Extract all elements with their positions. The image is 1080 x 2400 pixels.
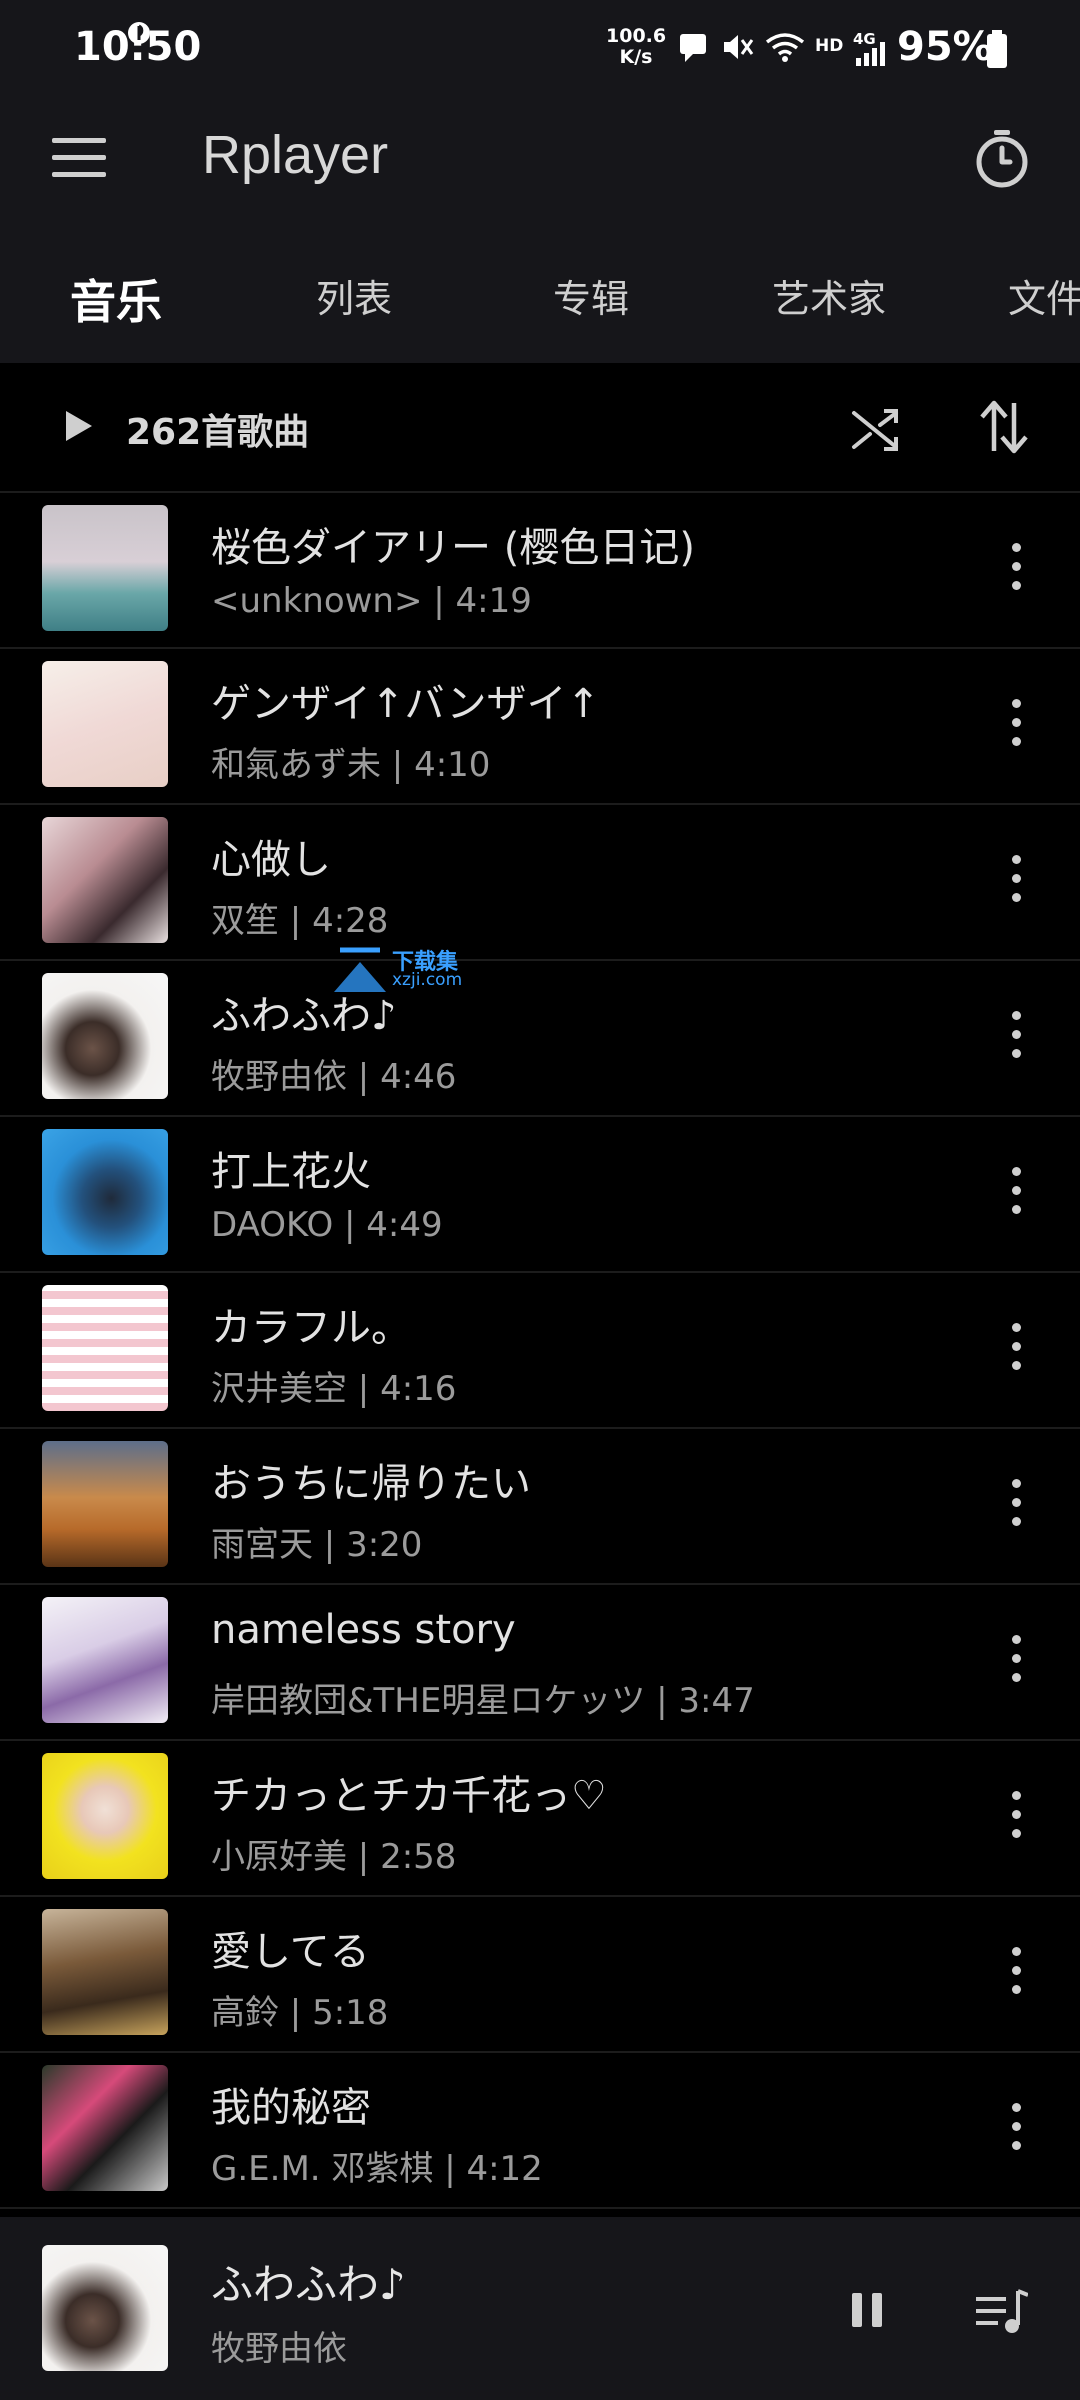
net-speed-value: 100.6 bbox=[606, 25, 667, 47]
song-list: 桜色ダイアリー (樱色日记) <unknown> | 4:19 ゲンザイ↑バンザ… bbox=[0, 493, 1080, 2209]
battery-icon bbox=[987, 30, 1007, 68]
song-title: ゲンザイ↑バンザイ↑ bbox=[211, 681, 601, 727]
now-playing-title: ふわふわ♪ bbox=[211, 2260, 406, 2309]
song-subtitle: 沢井美空 | 4:16 bbox=[211, 1369, 457, 1409]
song-subtitle: 和氣あず未 | 4:10 bbox=[211, 745, 491, 785]
song-title: 打上花火 bbox=[211, 1149, 371, 1195]
song-subtitle: <unknown> | 4:19 bbox=[211, 581, 532, 621]
shuffle-icon[interactable] bbox=[850, 403, 900, 453]
sleep-timer-icon[interactable] bbox=[974, 130, 1030, 188]
more-options-icon[interactable] bbox=[996, 1791, 1036, 1847]
album-cover bbox=[42, 1129, 168, 1255]
song-subtitle: DAOKO | 4:49 bbox=[211, 1205, 443, 1245]
app-notification-icon bbox=[128, 22, 150, 44]
now-playing-bar[interactable]: ふわふわ♪ 牧野由依 bbox=[0, 2217, 1080, 2400]
song-subtitle: G.E.M. 邓紫棋 | 4:12 bbox=[211, 2149, 543, 2189]
song-row[interactable]: ゲンザイ↑バンザイ↑ 和氣あず未 | 4:10 bbox=[0, 649, 1080, 805]
net-speed-unit: K/s bbox=[619, 46, 653, 68]
tab-playlists[interactable]: 列表 bbox=[316, 268, 392, 323]
song-row[interactable]: 打上花火 DAOKO | 4:49 bbox=[0, 1117, 1080, 1273]
song-count[interactable]: 262首歌曲 bbox=[126, 403, 309, 455]
song-subtitle: 牧野由依 | 4:46 bbox=[211, 1057, 457, 1097]
song-subtitle: 雨宮天 | 3:20 bbox=[211, 1525, 423, 1565]
more-options-icon[interactable] bbox=[996, 543, 1036, 599]
now-playing-artist: 牧野由依 bbox=[211, 2329, 347, 2369]
song-title: カラフル。 bbox=[211, 1305, 411, 1351]
song-title: 愛してる bbox=[211, 1929, 370, 1975]
play-all-icon[interactable] bbox=[64, 409, 94, 443]
battery-percent: 95% bbox=[897, 24, 993, 70]
album-cover bbox=[42, 661, 168, 787]
signal-icon bbox=[856, 42, 885, 66]
song-list-header: 262首歌曲 bbox=[0, 363, 1080, 493]
more-options-icon[interactable] bbox=[996, 2103, 1036, 2159]
menu-icon[interactable] bbox=[52, 138, 106, 178]
sort-icon[interactable] bbox=[978, 399, 1030, 455]
message-icon bbox=[680, 34, 706, 62]
song-row[interactable]: 我的秘密 G.E.M. 邓紫棋 | 4:12 bbox=[0, 2053, 1080, 2209]
album-cover bbox=[42, 1597, 168, 1723]
tab-artists[interactable]: 艺术家 bbox=[772, 268, 886, 323]
song-title: 桜色ダイアリー (樱色日记) bbox=[211, 525, 695, 571]
song-row[interactable]: ふわふわ♪ 牧野由依 | 4:46 bbox=[0, 961, 1080, 1117]
pause-icon[interactable] bbox=[850, 2291, 884, 2329]
now-playing-cover bbox=[42, 2245, 168, 2371]
more-options-icon[interactable] bbox=[996, 1947, 1036, 2003]
album-cover bbox=[42, 505, 168, 631]
album-cover bbox=[42, 1753, 168, 1879]
app-title: Rplayer bbox=[202, 125, 389, 185]
song-row[interactable]: カラフル。 沢井美空 | 4:16 bbox=[0, 1273, 1080, 1429]
more-options-icon[interactable] bbox=[996, 1323, 1036, 1379]
album-cover bbox=[42, 2065, 168, 2191]
watermark-url: xzji.com bbox=[392, 970, 463, 990]
song-row[interactable]: 心做し 双笙 | 4:28 bbox=[0, 805, 1080, 961]
song-title: 我的秘密 bbox=[211, 2085, 371, 2131]
song-subtitle: 小原好美 | 2:58 bbox=[211, 1837, 457, 1877]
album-cover bbox=[42, 1441, 168, 1567]
more-options-icon[interactable] bbox=[996, 699, 1036, 755]
status-bar: 10:50 100.6 K/s HD 4G 95% bbox=[0, 0, 1080, 100]
album-cover bbox=[42, 1285, 168, 1411]
song-title: チカっとチカ千花っ♡ bbox=[211, 1773, 607, 1819]
more-options-icon[interactable] bbox=[996, 855, 1036, 911]
song-title: nameless story bbox=[211, 1607, 516, 1653]
tab-music[interactable]: 音乐 bbox=[70, 266, 162, 332]
song-subtitle: 双笙 | 4:28 bbox=[211, 901, 389, 941]
more-options-icon[interactable] bbox=[996, 1167, 1036, 1223]
song-row[interactable]: おうちに帰りたい 雨宮天 | 3:20 bbox=[0, 1429, 1080, 1585]
song-title: おうちに帰りたい bbox=[211, 1461, 531, 1507]
more-options-icon[interactable] bbox=[996, 1011, 1036, 1067]
album-cover bbox=[42, 1909, 168, 2035]
tab-files[interactable]: 文件 bbox=[1008, 268, 1080, 323]
song-subtitle: 高鈴 | 5:18 bbox=[211, 1993, 389, 2033]
hd-label: HD bbox=[815, 36, 844, 56]
album-cover bbox=[42, 973, 168, 1099]
more-options-icon[interactable] bbox=[996, 1479, 1036, 1535]
playlist-queue-icon[interactable] bbox=[976, 2287, 1028, 2335]
mute-icon bbox=[724, 35, 754, 59]
more-options-icon[interactable] bbox=[996, 1635, 1036, 1691]
album-cover bbox=[42, 817, 168, 943]
net-speed: 100.6 K/s bbox=[606, 26, 666, 68]
song-row[interactable]: 桜色ダイアリー (樱色日记) <unknown> | 4:19 bbox=[0, 493, 1080, 649]
song-row[interactable]: nameless story 岸田教団&THE明星ロケッツ | 3:47 bbox=[0, 1585, 1080, 1741]
tab-albums[interactable]: 专辑 bbox=[553, 268, 629, 323]
song-row[interactable]: チカっとチカ千花っ♡ 小原好美 | 2:58 bbox=[0, 1741, 1080, 1897]
wifi-icon bbox=[765, 33, 805, 62]
song-title: 心做し bbox=[211, 837, 331, 883]
app-header: 10:50 100.6 K/s HD 4G 95% Rplayer 音乐 列表 … bbox=[0, 0, 1080, 363]
song-subtitle: 岸田教団&THE明星ロケッツ | 3:47 bbox=[211, 1681, 755, 1721]
song-row[interactable]: 愛してる 高鈴 | 5:18 bbox=[0, 1897, 1080, 2053]
